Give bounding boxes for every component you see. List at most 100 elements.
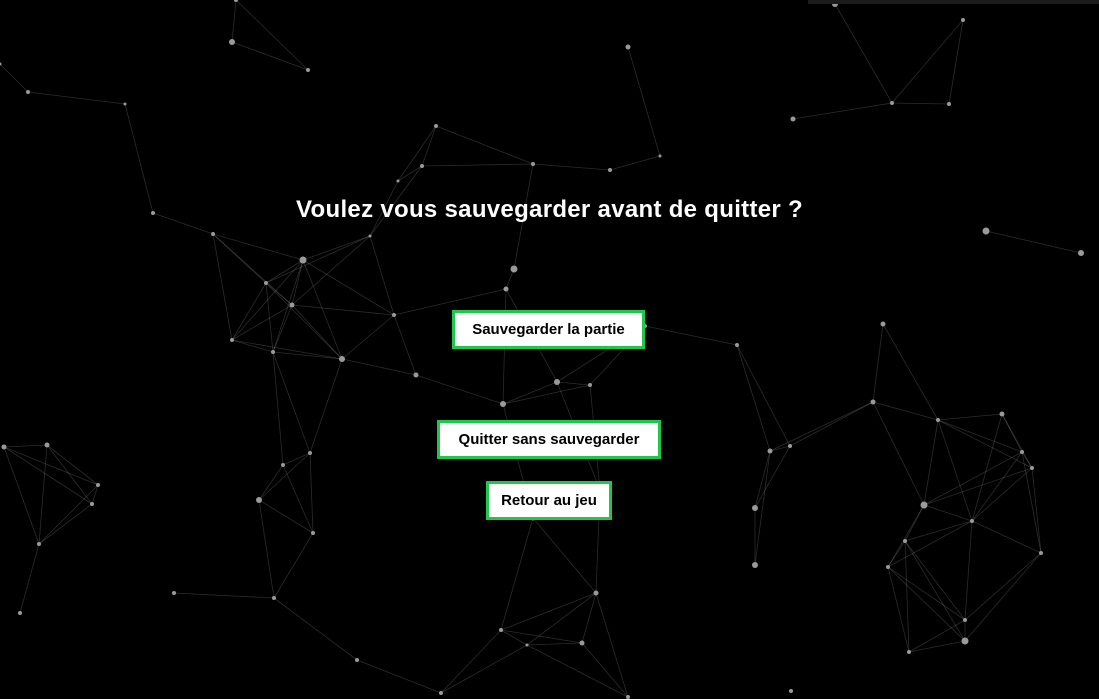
network-node: [1039, 551, 1043, 555]
network-link: [272, 351, 311, 454]
network-node: [752, 562, 758, 568]
network-node: [608, 168, 612, 172]
network-link: [272, 304, 293, 353]
network-node: [96, 483, 100, 487]
network-node: [439, 691, 443, 695]
network-node: [870, 399, 876, 405]
network-node: [947, 102, 951, 106]
network-link: [904, 504, 925, 542]
network-node: [499, 628, 503, 632]
network-link: [595, 592, 629, 698]
quit-dialog-title: Voulez vous sauvegarder avant de quitter…: [296, 196, 803, 223]
network-link: [38, 503, 93, 545]
network-node: [579, 640, 585, 646]
network-node: [311, 531, 315, 535]
network-node: [789, 689, 793, 693]
network-link: [526, 592, 597, 646]
menu-screen: Voulez vous sauvegarder avant de quitter…: [0, 0, 1099, 699]
network-link: [282, 464, 314, 534]
network-node: [767, 448, 773, 454]
network-link: [500, 629, 583, 644]
network-link: [923, 419, 939, 506]
network-node: [788, 444, 792, 448]
network-link: [282, 452, 311, 466]
network-link: [231, 41, 309, 71]
network-link: [581, 642, 629, 698]
network-node: [970, 519, 974, 523]
save-game-button[interactable]: Sauvegarder la partie: [452, 310, 645, 349]
network-link: [882, 323, 939, 421]
network-node: [420, 164, 424, 168]
network-node: [308, 451, 312, 455]
network-link: [971, 451, 1023, 522]
network-node: [272, 596, 276, 600]
network-link: [971, 413, 1003, 522]
quit-without-saving-button[interactable]: Quitter sans sauvegarder: [437, 420, 661, 459]
network-node: [396, 179, 400, 183]
network-link: [393, 314, 417, 376]
network-node: [355, 658, 359, 662]
network-link: [440, 644, 528, 694]
network-link: [291, 304, 343, 360]
network-link: [421, 163, 534, 167]
network-node: [1030, 466, 1034, 470]
network-link: [872, 323, 884, 403]
network-node: [211, 232, 215, 236]
network-link: [309, 452, 314, 534]
network-node: [299, 256, 307, 264]
network-link: [789, 401, 874, 447]
network-node: [44, 442, 50, 448]
top-edge-bar: [808, 0, 1099, 4]
network-node: [281, 463, 285, 467]
network-link: [908, 640, 966, 653]
network-node: [982, 227, 990, 235]
network-link: [273, 597, 358, 661]
network-link: [369, 235, 395, 316]
network-link: [971, 520, 1042, 554]
network-link: [502, 384, 591, 405]
network-node: [90, 502, 94, 506]
network-link: [948, 19, 964, 105]
network-link: [173, 592, 275, 599]
network-node: [500, 401, 506, 407]
network-node: [123, 102, 127, 106]
network-node: [961, 637, 969, 645]
network-link: [265, 235, 371, 284]
network-node: [920, 501, 928, 509]
network-link: [904, 540, 966, 642]
network-node: [306, 68, 310, 72]
network-link: [581, 592, 597, 644]
network-link: [258, 499, 275, 599]
network-node: [890, 101, 894, 105]
network-link: [235, 0, 309, 71]
network-node: [886, 565, 890, 569]
network-link: [937, 413, 1003, 421]
network-link: [258, 499, 314, 534]
network-link: [440, 629, 502, 694]
network-link: [3, 446, 99, 486]
network-link: [302, 235, 371, 261]
network-link: [556, 381, 591, 386]
network-node: [510, 265, 518, 273]
network-link: [908, 619, 966, 653]
network-node: [593, 590, 599, 596]
network-node: [588, 383, 592, 387]
network-node: [525, 643, 529, 647]
network-link: [356, 659, 442, 694]
network-node: [503, 286, 509, 292]
network-node: [625, 44, 631, 50]
network-node: [752, 505, 758, 511]
network-node: [963, 618, 967, 622]
network-link: [231, 0, 237, 43]
network-node: [368, 234, 372, 238]
network-link: [3, 444, 48, 448]
network-link: [435, 125, 534, 165]
network-link: [904, 540, 966, 621]
network-link: [341, 314, 395, 360]
network-link: [532, 163, 611, 171]
network-node: [1078, 250, 1084, 256]
back-to-game-button[interactable]: Retour au jeu: [486, 481, 612, 520]
network-node: [880, 321, 886, 327]
network-link: [769, 401, 874, 452]
network-link: [769, 445, 791, 452]
